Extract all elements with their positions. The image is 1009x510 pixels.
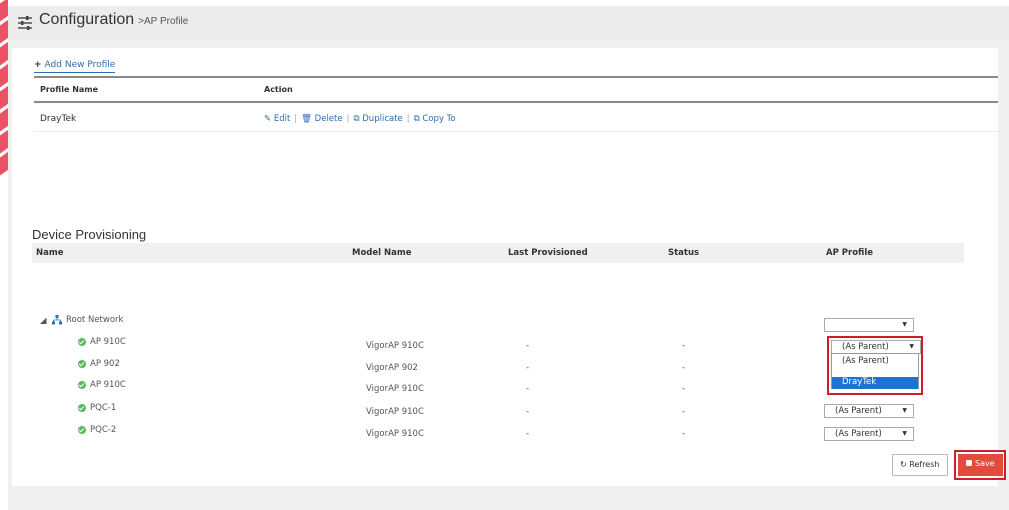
- tree-node-label: Root Network: [66, 315, 124, 325]
- delete-link[interactable]: 🗑 Delete: [301, 114, 342, 124]
- page-header: Configuration >AP Profile: [8, 0, 1009, 40]
- table-row: DrayTek ✎ Edit | 🗑 Delete | ⧉ Duplicate | ⧉ Co…: [34, 104, 998, 132]
- edit-link[interactable]: ✎ Edit: [264, 114, 290, 124]
- divider: [34, 101, 998, 103]
- table-row[interactable]: AP 910C VigorAP 910C - -: [32, 379, 964, 400]
- caret-down-icon: ▼: [902, 430, 907, 437]
- device-name: AP 902: [90, 359, 120, 369]
- highlight-box: [954, 450, 1006, 480]
- refresh-label: Refresh: [909, 460, 940, 469]
- status-ok-icon: [78, 360, 86, 368]
- duplicate-label: Duplicate: [362, 114, 403, 124]
- add-new-profile-label: Add New Profile: [44, 60, 116, 70]
- provisioning-table-header: Name Model Name Last Provisioned Status …: [32, 243, 964, 263]
- status-value: -: [682, 407, 686, 417]
- ap-profile-select-value: (As Parent): [835, 406, 882, 416]
- breadcrumb: >AP Profile: [138, 16, 189, 27]
- status-value: -: [682, 341, 686, 351]
- sliders-icon: [18, 16, 32, 30]
- edit-label: Edit: [273, 114, 291, 124]
- model-name: VigorAP 902: [366, 363, 418, 373]
- ap-profile-select[interactable]: (As Parent) ▼: [824, 427, 914, 441]
- status-ok-icon: [78, 381, 86, 389]
- section-title: Device Provisioning: [32, 227, 147, 242]
- status-value: -: [682, 363, 686, 373]
- copy-to-link[interactable]: ⧉ Copy To: [414, 114, 456, 124]
- add-new-profile-link[interactable]: + Add New Profile: [34, 60, 116, 73]
- ap-profile-select[interactable]: ▼: [824, 318, 914, 332]
- caret-down-icon: ▼: [902, 407, 907, 414]
- delete-label: Delete: [314, 114, 343, 124]
- ap-profile-select-value: (As Parent): [835, 429, 882, 439]
- profile-actions: ✎ Edit | 🗑 Delete | ⧉ Duplicate | ⧉ Copy To: [264, 114, 456, 124]
- refresh-icon: ↻: [900, 460, 907, 469]
- status-value: -: [682, 384, 686, 394]
- model-name: VigorAP 910C: [366, 407, 424, 417]
- copy-to-label: Copy To: [422, 114, 456, 124]
- column-header-status: Status: [668, 248, 700, 258]
- page-title-text: Configuration: [39, 11, 135, 28]
- model-name: VigorAP 910C: [366, 429, 424, 439]
- column-header-name: Name: [36, 248, 64, 258]
- column-header-action: Action: [264, 85, 293, 94]
- column-header-model-name: Model Name: [352, 248, 412, 258]
- last-provisioned: -: [526, 363, 530, 373]
- page-title: Configuration >AP Profile: [39, 11, 188, 29]
- collapse-arrow-icon[interactable]: ◢: [40, 316, 47, 326]
- profile-name: DrayTek: [40, 114, 77, 124]
- network-icon: [52, 315, 62, 325]
- status-ok-icon: [78, 426, 86, 434]
- column-header-profile-name: Profile Name: [40, 85, 99, 94]
- column-header-ap-profile: AP Profile: [826, 248, 874, 258]
- plus-icon: +: [34, 60, 42, 70]
- column-header-last-provisioned: Last Provisioned: [508, 248, 588, 258]
- last-provisioned: -: [526, 384, 530, 394]
- device-name: AP 910C: [90, 337, 126, 347]
- model-name: VigorAP 910C: [366, 384, 424, 394]
- last-provisioned: -: [526, 407, 530, 417]
- model-name: VigorAP 910C: [366, 341, 424, 351]
- table-row[interactable]: AP 910C VigorAP 910C - -: [32, 336, 964, 357]
- status-ok-icon: [78, 338, 86, 346]
- last-provisioned: -: [526, 341, 530, 351]
- status-value: -: [682, 429, 686, 439]
- device-name: AP 910C: [90, 380, 126, 390]
- status-ok-icon: [78, 404, 86, 412]
- refresh-button[interactable]: ↻ Refresh: [892, 454, 948, 476]
- divider: [34, 76, 998, 78]
- last-provisioned: -: [526, 429, 530, 439]
- caret-down-icon: ▼: [902, 321, 907, 328]
- ap-profile-select[interactable]: (As Parent) ▼: [824, 404, 914, 418]
- duplicate-link[interactable]: ⧉ Duplicate: [353, 114, 402, 124]
- device-name: PQC-2: [90, 425, 117, 435]
- page: Configuration >AP Profile + Add New Profil…: [8, 0, 1009, 510]
- device-name: PQC-1: [90, 403, 117, 413]
- table-row[interactable]: AP 902 VigorAP 902 - -: [32, 358, 964, 379]
